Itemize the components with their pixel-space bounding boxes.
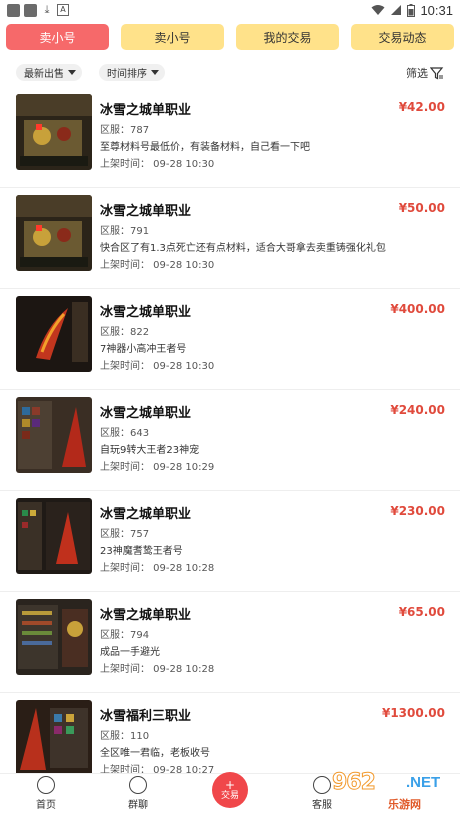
listing-title: 冰雪之城单职业 xyxy=(100,608,192,623)
signal-icon xyxy=(391,5,402,15)
nav-service-label: 客服 xyxy=(312,800,332,811)
listing-price: ¥1300.00 xyxy=(381,706,445,720)
listing-time: 上架时间： 09-28 10:30 xyxy=(100,159,215,170)
listing-title: 冰雪之城单职业 xyxy=(100,103,192,118)
watermark-net: .NET xyxy=(406,774,441,791)
status-bar: ⤓ A 10:31 xyxy=(0,0,460,20)
status-icons-left: ⤓ A xyxy=(7,3,69,17)
trade-label: 交易 xyxy=(220,790,239,801)
listing-description: 成品一手避光 xyxy=(100,647,160,658)
nav-chat-label: 群聊 xyxy=(128,800,148,811)
listing-price: ¥65.00 xyxy=(398,605,445,619)
a-icon: A xyxy=(57,4,69,16)
filter-button[interactable]: 筛选 xyxy=(406,64,444,82)
listing-time: 上架时间： 09-28 10:28 xyxy=(100,563,215,574)
tab-trade-news[interactable]: 交易动态 xyxy=(351,24,454,50)
nav-home[interactable]: 首页 xyxy=(16,776,76,811)
listing-server: 区服：791 xyxy=(100,226,150,237)
listing-server: 区服：822 xyxy=(100,327,150,338)
listing-time: 上架时间： 09-28 10:29 xyxy=(100,462,215,473)
filter-bar: 最新出售 时间排序 筛选 xyxy=(0,62,460,84)
tab-sell-account[interactable]: 卖小号 xyxy=(6,24,109,50)
watermark-site: 乐游网 xyxy=(388,798,421,811)
game-screenshot-thumbnail xyxy=(16,94,92,170)
notification-icon xyxy=(7,3,20,17)
listing-time: 上架时间： 09-28 10:30 xyxy=(100,361,215,372)
listing-title: 冰雪之城单职业 xyxy=(100,406,192,421)
top-tabs: 卖小号 卖小号 我的交易 交易动态 xyxy=(0,24,460,50)
listing-description: 全区唯一君临，老板收号 xyxy=(100,748,210,759)
listing-title: 冰雪之城单职业 xyxy=(100,204,192,219)
listing-description: 23神魔耆鸷王者号 xyxy=(100,546,183,557)
listing-item[interactable]: 冰雪之城单职业 ¥65.00 区服：794 成品一手避光 上架时间： 09-28… xyxy=(0,592,460,693)
listing-description: 自玩9转大王者23神宠 xyxy=(100,445,200,456)
home-icon xyxy=(37,776,55,794)
game-screenshot-thumbnail xyxy=(16,700,92,776)
game-screenshot-thumbnail xyxy=(16,195,92,271)
listing-title: 冰雪之城单职业 xyxy=(100,305,192,320)
listing-server: 区服：787 xyxy=(100,125,150,136)
listing-price: ¥230.00 xyxy=(390,504,445,518)
listing-item[interactable]: 冰雪之城单职业 ¥50.00 区服：791 快合区了有1.3点死亡还有点材料，适… xyxy=(0,188,460,289)
sort-time-label: 时间排序 xyxy=(107,69,147,80)
headset-icon xyxy=(313,776,331,794)
game-screenshot-thumbnail xyxy=(16,296,92,372)
listing-description: 至尊材料号最低价，有装备材料，自己看一下吧 xyxy=(100,142,310,153)
nav-home-label: 首页 xyxy=(36,800,56,811)
tab-my-trades[interactable]: 我的交易 xyxy=(236,24,339,50)
listing-item[interactable]: 冰雪之城单职业 ¥42.00 区服：787 至尊材料号最低价，有装备材料，自己看… xyxy=(0,87,460,188)
status-icons-right: 10:31 xyxy=(371,3,453,18)
listing-server: 区服：757 xyxy=(100,529,150,540)
chevron-down-icon xyxy=(68,70,76,75)
listing-price: ¥400.00 xyxy=(390,302,445,316)
funnel-icon xyxy=(430,66,444,79)
listing-item[interactable]: 冰雪之城单职业 ¥400.00 区服：822 7神器小高冲王者号 上架时间： 0… xyxy=(0,289,460,390)
listing-title: 冰雪福利三职业 xyxy=(100,709,192,724)
wifi-icon xyxy=(371,5,385,15)
listing-item[interactable]: 冰雪之城单职业 ¥230.00 区服：757 23神魔耆鸷王者号 上架时间： 0… xyxy=(0,491,460,592)
sort-latest-dropdown[interactable]: 最新出售 xyxy=(16,64,82,81)
listing-server: 区服：110 xyxy=(100,731,150,742)
site-watermark: 962 .NET 乐游网 xyxy=(332,770,456,814)
filter-label: 筛选 xyxy=(406,67,428,80)
sort-latest-label: 最新出售 xyxy=(24,69,64,80)
listing-description: 7神器小高冲王者号 xyxy=(100,344,187,355)
chevron-down-icon xyxy=(151,70,159,75)
tab-sell-account-2[interactable]: 卖小号 xyxy=(121,24,224,50)
game-screenshot-thumbnail xyxy=(16,397,92,473)
trade-button[interactable]: + 交易 xyxy=(212,772,248,808)
listing-time: 上架时间： 09-28 10:30 xyxy=(100,260,215,271)
listing-title: 冰雪之城单职业 xyxy=(100,507,192,522)
listing-server: 区服：643 xyxy=(100,428,150,439)
game-screenshot-thumbnail xyxy=(16,599,92,675)
battery-icon xyxy=(407,3,416,17)
watermark-number: 962 xyxy=(332,770,377,796)
listing-time: 上架时间： 09-28 10:28 xyxy=(100,664,215,675)
plus-icon: + xyxy=(224,777,236,792)
clock: 10:31 xyxy=(420,2,453,18)
download-icon: ⤓ xyxy=(44,3,50,16)
nav-group-chat[interactable]: 群聊 xyxy=(108,776,168,811)
listing-server: 区服：794 xyxy=(100,630,150,641)
sort-time-dropdown[interactable]: 时间排序 xyxy=(99,64,165,81)
listing-price: ¥42.00 xyxy=(398,100,445,114)
listing-price: ¥240.00 xyxy=(390,403,445,417)
game-screenshot-thumbnail xyxy=(16,498,92,574)
listing-description: 快合区了有1.3点死亡还有点材料，适合大哥拿去卖重铸强化礼包 xyxy=(100,243,386,254)
chat-icon xyxy=(129,776,147,794)
notification-icon xyxy=(24,3,37,17)
listing-price: ¥50.00 xyxy=(398,201,445,215)
listing-item[interactable]: 冰雪之城单职业 ¥240.00 区服：643 自玩9转大王者23神宠 上架时间：… xyxy=(0,390,460,491)
